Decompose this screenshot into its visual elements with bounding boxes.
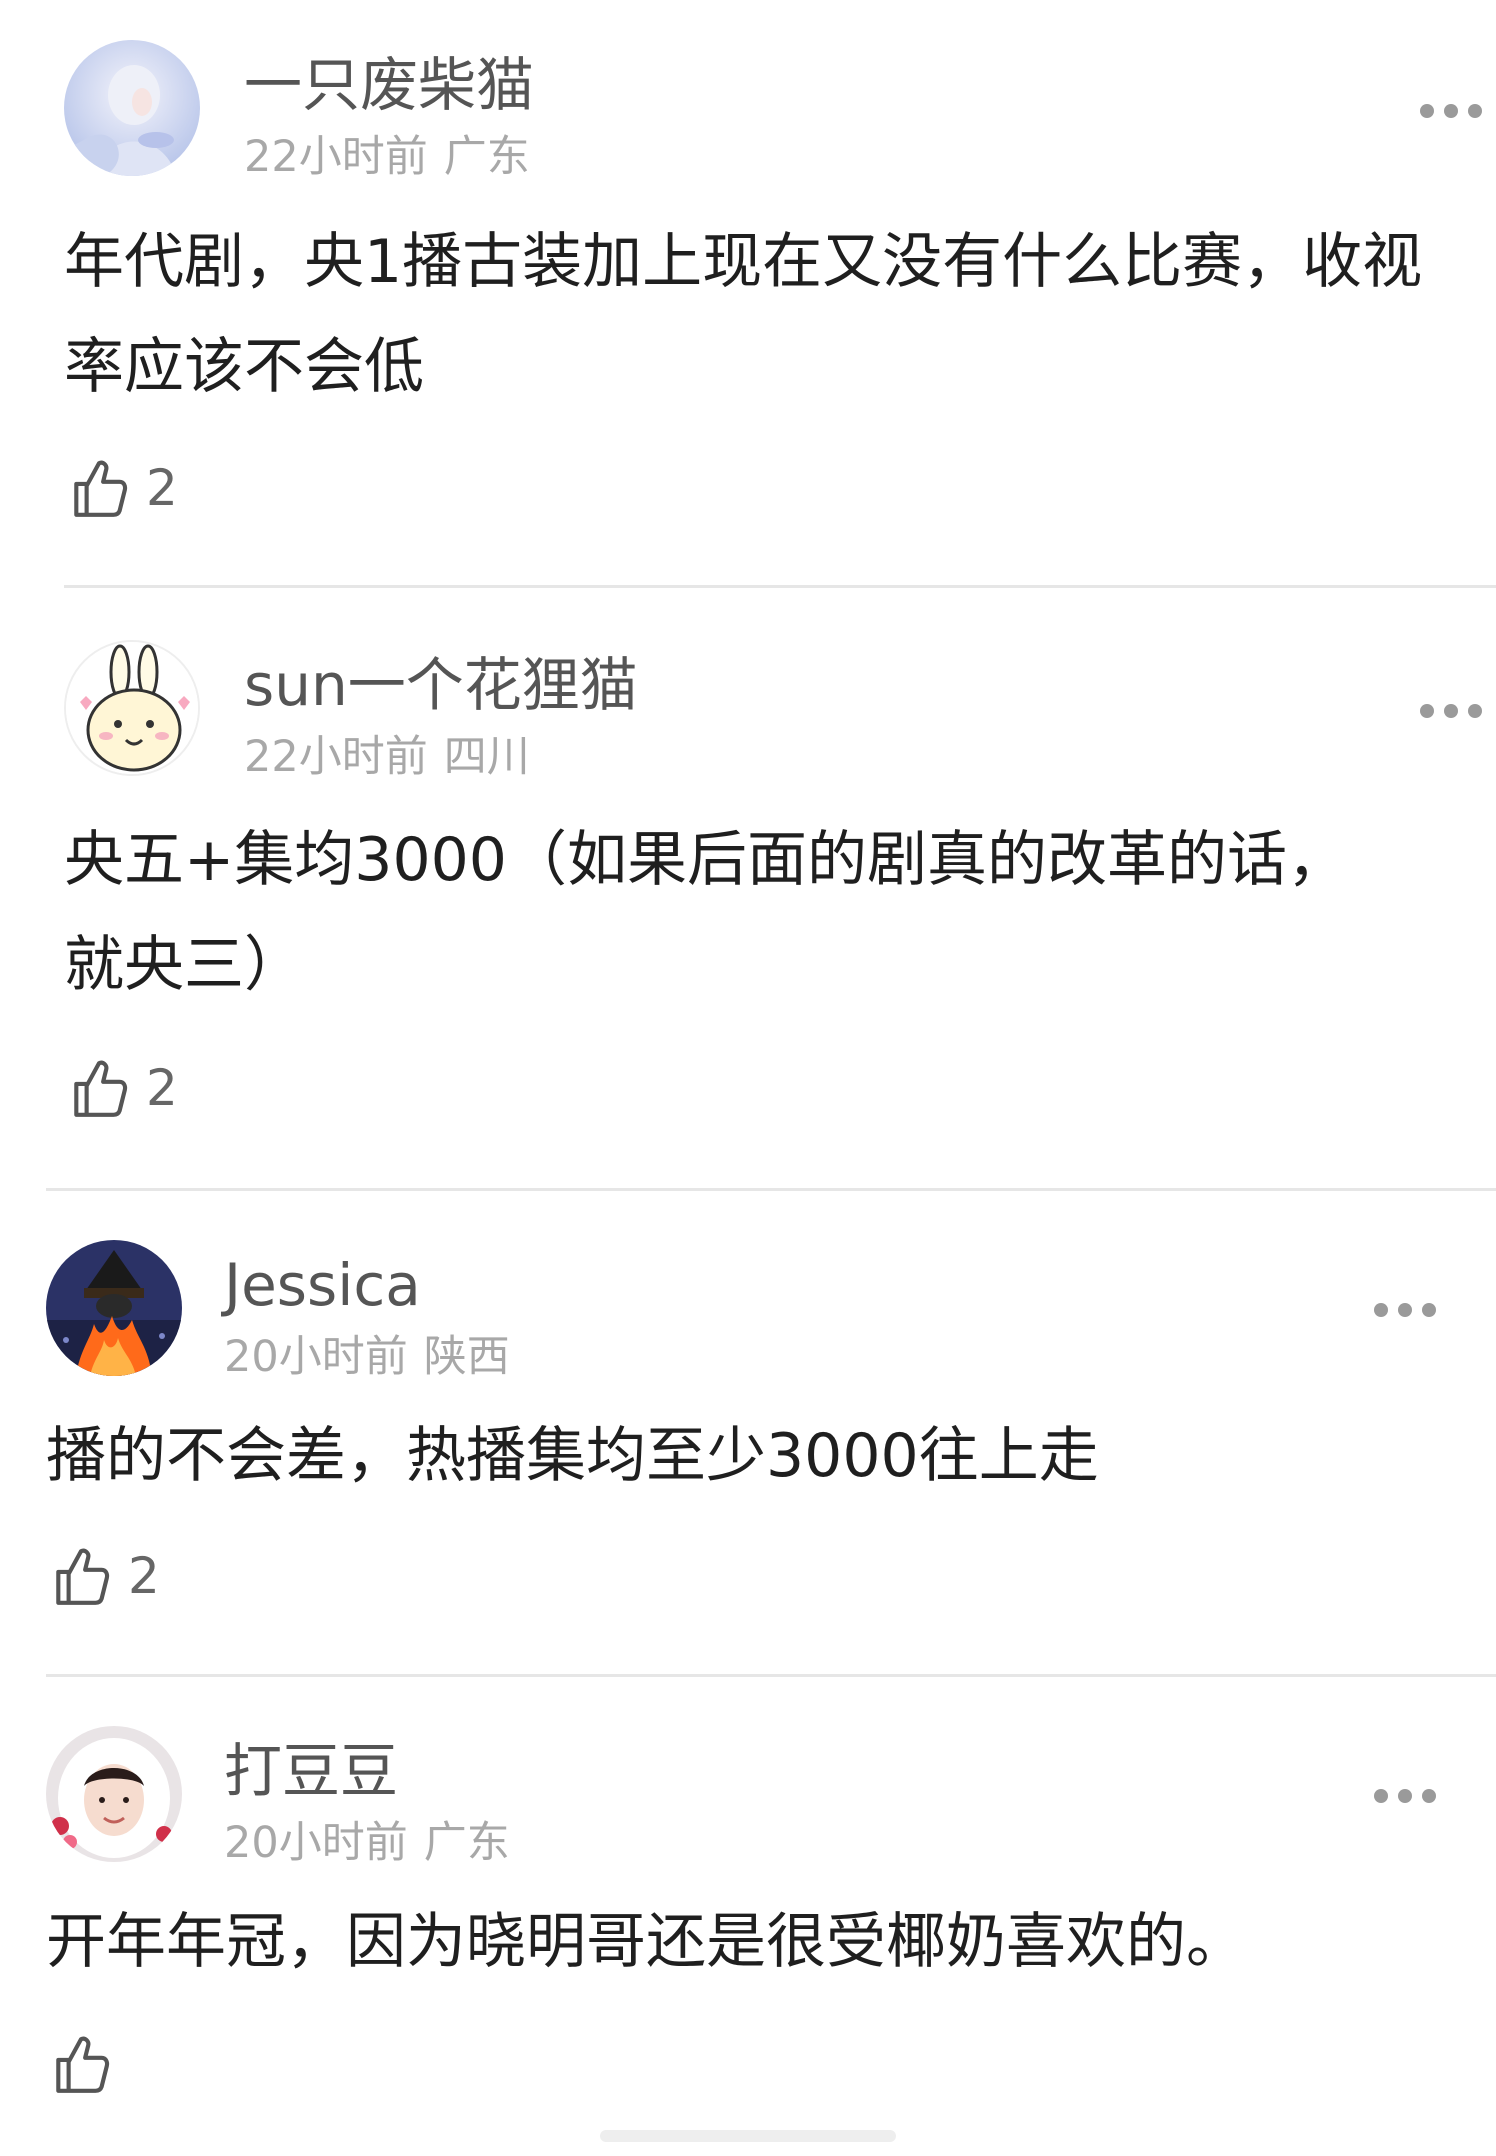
more-icon-dot: [1468, 704, 1482, 718]
comment-location: 陕西: [423, 1332, 510, 1382]
avatar-girl-white-hood-icon: [46, 1726, 182, 1862]
thumbs-up-icon: [56, 2036, 110, 2093]
comment-location: 广东: [423, 1818, 510, 1868]
like-count: 2: [128, 1547, 160, 1605]
avatar[interactable]: [46, 1726, 182, 1862]
more-icon-dot: [1468, 104, 1482, 118]
comment-text: 播的不会差，热播集均至少3000往上走: [46, 1421, 1099, 1491]
avatar[interactable]: [46, 1240, 182, 1376]
home-indicator: [600, 2130, 896, 2142]
more-icon-dot: [1398, 1303, 1412, 1317]
like-button[interactable]: [48, 2028, 128, 2100]
more-icon: [1374, 1303, 1388, 1317]
comment-time: 22小时前: [244, 132, 428, 182]
username[interactable]: 打豆豆: [224, 1742, 398, 1800]
more-icon: [1374, 1789, 1388, 1803]
more-button[interactable]: [1420, 104, 1484, 118]
more-button[interactable]: [1374, 1789, 1438, 1803]
comment-meta: 20小时前 陕西: [224, 1336, 510, 1379]
more-icon-dot: [1444, 704, 1458, 718]
comment-time: 22小时前: [244, 732, 428, 782]
comment-meta: 22小时前 广东: [244, 136, 530, 179]
more-icon-dot: [1398, 1789, 1412, 1803]
comment-text: 开年年冠，因为晓明哥还是很受椰奶喜欢的。: [46, 1907, 1246, 1977]
avatar[interactable]: [64, 40, 200, 176]
more-icon: [1420, 104, 1434, 118]
comment-time: 20小时前: [224, 1332, 408, 1382]
comment-time: 20小时前: [224, 1818, 408, 1868]
more-icon: [1420, 704, 1434, 718]
divider: [46, 1188, 1496, 1191]
thumbs-up-icon: [74, 1060, 128, 1117]
more-icon-dot: [1422, 1789, 1436, 1803]
comment-text: 年代剧，央1播古装加上现在又没有什么比赛，收视率应该不会低: [64, 227, 1423, 402]
avatar-witch-fire-icon: [46, 1240, 182, 1376]
comment-location: 广东: [443, 132, 530, 182]
comment-meta: 22小时前 四川: [244, 736, 530, 779]
more-button[interactable]: [1374, 1303, 1438, 1317]
thumbs-up-icon: [74, 460, 128, 517]
like-button[interactable]: 2: [48, 1540, 160, 1612]
more-icon-dot: [1422, 1303, 1436, 1317]
username[interactable]: Jessica: [224, 1256, 421, 1314]
avatar-cartoon-bunny-icon: [66, 642, 198, 774]
like-button[interactable]: 2: [66, 1052, 178, 1124]
like-count: 2: [146, 459, 178, 517]
comment-text: 央五+集均3000（如果后面的剧真的改革的话，就央三）: [64, 825, 1347, 1000]
divider: [64, 585, 1496, 588]
comment-location: 四川: [443, 732, 530, 782]
thumbs-up-icon: [56, 1548, 110, 1605]
avatar[interactable]: [64, 640, 200, 776]
more-button[interactable]: [1420, 704, 1484, 718]
like-count: 2: [146, 1059, 178, 1117]
more-icon-dot: [1444, 104, 1458, 118]
username[interactable]: sun一个花狸猫: [244, 656, 638, 714]
divider: [46, 1674, 1496, 1677]
comment-meta: 20小时前 广东: [224, 1822, 510, 1865]
avatar-white-haired-girl-icon: [64, 40, 200, 176]
username[interactable]: 一只废柴猫: [244, 56, 534, 114]
like-button[interactable]: 2: [66, 452, 178, 524]
